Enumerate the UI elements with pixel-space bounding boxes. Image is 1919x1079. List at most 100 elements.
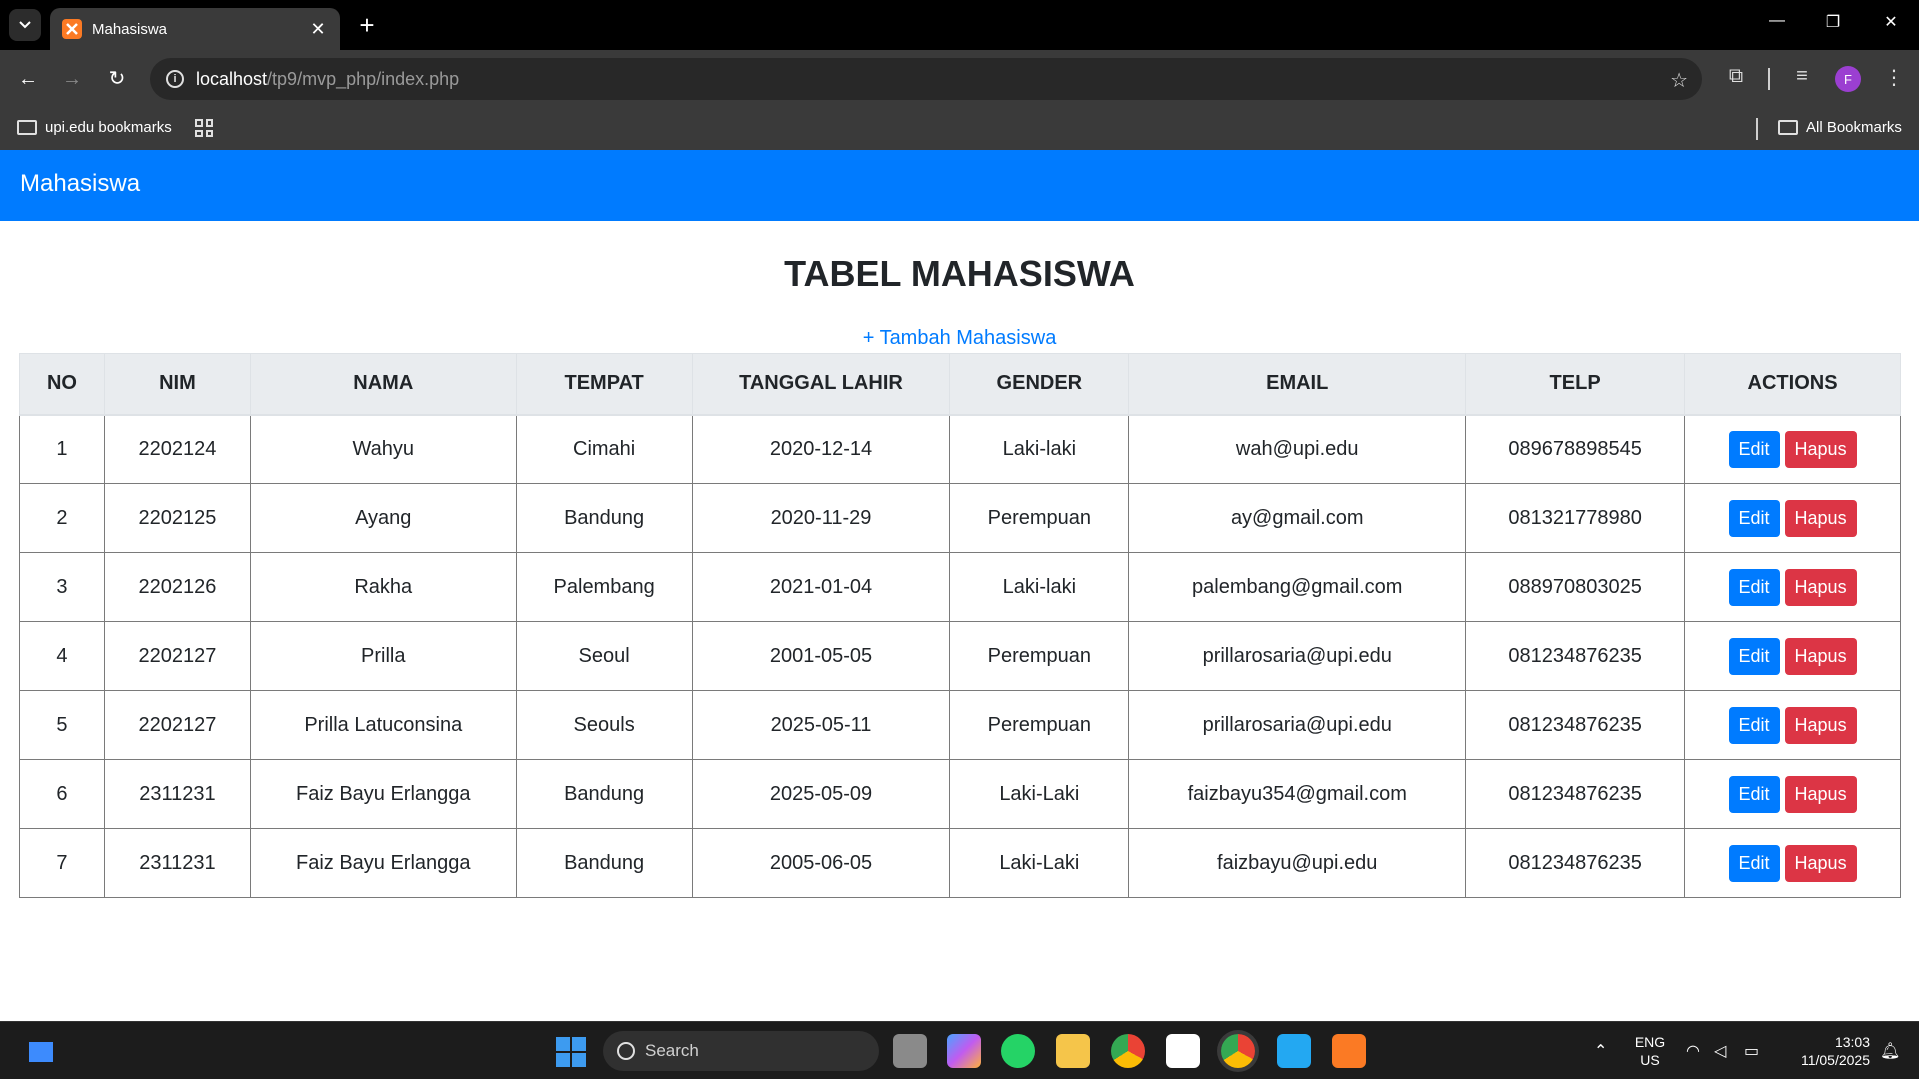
header-email: EMAIL — [1128, 353, 1467, 416]
region-label: US — [1640, 1052, 1660, 1068]
cell-tanggal-lahir: 2025-05-09 — [691, 759, 951, 829]
cell-nama: Faiz Bayu Erlangga — [249, 828, 517, 898]
cell-nim: 2202126 — [103, 552, 251, 622]
site-info-icon[interactable]: i — [166, 70, 184, 88]
windows-start-icon[interactable] — [556, 1037, 586, 1067]
cell-gender: Laki-Laki — [949, 828, 1130, 898]
language-indicator[interactable]: ENG US — [1632, 1033, 1668, 1069]
delete-button[interactable]: Hapus — [1784, 430, 1857, 468]
cell-tempat: Palembang — [515, 552, 693, 622]
cell-no: 6 — [19, 759, 105, 829]
edit-button[interactable]: Edit — [1728, 706, 1780, 744]
volume-icon[interactable]: ◁ — [1714, 1041, 1726, 1061]
header-no: NO — [19, 353, 105, 416]
microsoft-store-icon[interactable] — [1166, 1034, 1200, 1068]
header-nim: NIM — [103, 353, 251, 416]
chrome-icon[interactable] — [1111, 1034, 1145, 1068]
cell-tanggal-lahir: 2025-05-11 — [691, 690, 951, 760]
cell-tanggal-lahir: 2005-06-05 — [691, 828, 951, 898]
cell-actions: Edit Hapus — [1684, 828, 1901, 898]
all-bookmarks-button[interactable]: All Bookmarks — [1778, 119, 1902, 136]
cell-gender: Perempuan — [949, 621, 1130, 691]
clock-time: 13:03 — [1834, 1034, 1870, 1050]
battery-icon[interactable]: ▭ — [1744, 1041, 1759, 1061]
cell-email: faizbayu354@gmail.com — [1128, 759, 1467, 829]
cell-telp: 088970803025 — [1465, 552, 1686, 622]
add-student-link-text[interactable]: + Tambah Mahasiswa — [863, 327, 1057, 349]
delete-button[interactable]: Hapus — [1784, 568, 1857, 606]
task-view-icon[interactable] — [893, 1034, 927, 1068]
close-tab-icon[interactable]: ✕ — [308, 19, 328, 40]
edit-button[interactable]: Edit — [1728, 430, 1780, 468]
xampp-favicon-icon — [62, 19, 82, 39]
taskbar-search[interactable]: Search — [603, 1031, 879, 1071]
cell-tempat: Seouls — [515, 690, 693, 760]
cell-email: faizbayu@upi.edu — [1128, 828, 1467, 898]
new-tab-button[interactable]: + — [352, 10, 382, 40]
edit-button[interactable]: Edit — [1728, 568, 1780, 606]
minimize-button[interactable]: — — [1762, 12, 1792, 30]
edit-button[interactable]: Edit — [1728, 844, 1780, 882]
tab-title: Mahasiswa — [92, 20, 168, 38]
vscode-icon[interactable] — [1277, 1034, 1311, 1068]
copilot-icon[interactable] — [947, 1034, 981, 1068]
edit-button[interactable]: Edit — [1728, 499, 1780, 537]
cell-tempat: Seoul — [515, 621, 693, 691]
restore-button[interactable]: ❐ — [1818, 12, 1848, 32]
extensions-icon[interactable]: ⧉ — [1722, 65, 1750, 88]
forward-icon[interactable]: → — [58, 65, 86, 93]
reload-icon[interactable]: ↻ — [103, 65, 131, 93]
bookmarks-divider — [1756, 118, 1758, 140]
delete-button[interactable]: Hapus — [1784, 844, 1857, 882]
address-bar[interactable]: i localhost/tp9/mvp_php/index.php ☆ — [150, 58, 1702, 100]
close-window-button[interactable]: ✕ — [1876, 12, 1906, 32]
delete-button[interactable]: Hapus — [1784, 637, 1857, 675]
cell-tempat: Bandung — [515, 483, 693, 553]
cell-gender: Perempuan — [949, 483, 1130, 553]
back-icon[interactable]: ← — [14, 65, 42, 93]
wifi-icon[interactable]: ◠ — [1686, 1041, 1700, 1061]
file-explorer-icon[interactable] — [1056, 1034, 1090, 1068]
cell-nim: 2311231 — [103, 828, 251, 898]
media-controls-icon[interactable]: ≡ — [1788, 65, 1816, 88]
delete-button[interactable]: Hapus — [1784, 706, 1857, 744]
cell-email: palembang@gmail.com — [1128, 552, 1467, 622]
profile-avatar[interactable]: F — [1835, 66, 1861, 92]
add-student-link: + Tambah Mahasiswa — [0, 327, 1919, 350]
cell-email: prillarosaria@upi.edu — [1128, 690, 1467, 760]
active-tab[interactable]: Mahasiswa ✕ — [50, 8, 340, 50]
apps-grid-button[interactable] — [195, 119, 213, 137]
table-row: 3 2202126 Rakha Palembang 2021-01-04 Lak… — [19, 552, 1901, 622]
bookmark-star-icon[interactable]: ☆ — [1670, 68, 1688, 93]
edit-button[interactable]: Edit — [1728, 775, 1780, 813]
navbar-brand[interactable]: Mahasiswa — [20, 170, 140, 198]
bookmark-folder-upi[interactable]: upi.edu bookmarks — [17, 119, 172, 136]
table-row: 6 2311231 Faiz Bayu Erlangga Bandung 202… — [19, 759, 1901, 829]
chevron-up-icon[interactable]: ⌃ — [1594, 1041, 1607, 1061]
cell-tanggal-lahir: 2021-01-04 — [691, 552, 951, 622]
widgets-icon[interactable] — [26, 1039, 56, 1065]
bookmarks-bar: upi.edu bookmarks All Bookmarks — [0, 108, 1919, 150]
tab-search-button[interactable] — [9, 9, 41, 41]
cell-nama: Ayang — [249, 483, 517, 553]
cell-no: 3 — [19, 552, 105, 622]
page-navbar: Mahasiswa — [0, 150, 1919, 221]
header-tanggal-lahir: TANGGAL LAHIR — [691, 353, 951, 416]
cell-gender: Laki-Laki — [949, 759, 1130, 829]
search-icon — [617, 1042, 635, 1060]
chrome-profile-icon[interactable] — [1221, 1034, 1255, 1068]
cell-tempat: Bandung — [515, 828, 693, 898]
menu-kebab-icon[interactable]: ⋮ — [1880, 65, 1908, 90]
whatsapp-icon[interactable] — [1001, 1034, 1035, 1068]
xampp-icon[interactable] — [1332, 1034, 1366, 1068]
notifications-bell-icon[interactable]: 🔔︎ — [1880, 1041, 1900, 1061]
delete-button[interactable]: Hapus — [1784, 775, 1857, 813]
clock[interactable]: 13:03 11/05/2025 — [1780, 1033, 1870, 1069]
cell-tempat: Cimahi — [515, 414, 693, 484]
cell-telp: 081234876235 — [1465, 690, 1686, 760]
cell-gender: Laki-laki — [949, 552, 1130, 622]
table-header-row: NO NIM NAMA TEMPAT TANGGAL LAHIR GENDER … — [19, 353, 1901, 416]
delete-button[interactable]: Hapus — [1784, 499, 1857, 537]
edit-button[interactable]: Edit — [1728, 637, 1780, 675]
cell-no: 5 — [19, 690, 105, 760]
